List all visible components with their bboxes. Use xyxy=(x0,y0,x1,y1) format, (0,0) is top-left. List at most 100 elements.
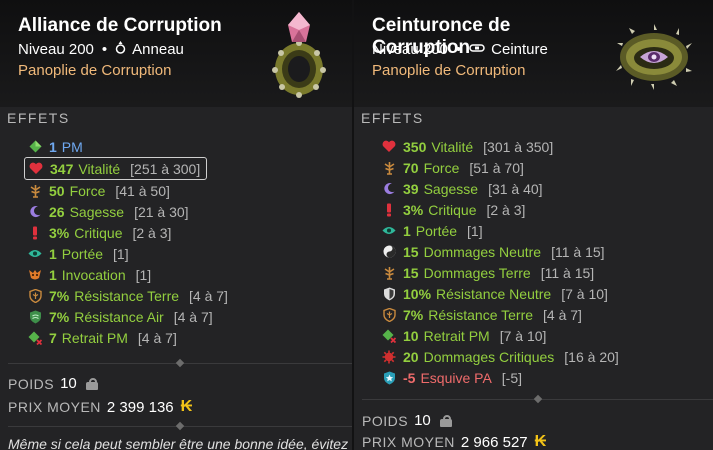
effect-range: [251 à 300] xyxy=(130,160,201,177)
eye-icon xyxy=(382,224,396,238)
effect-row[interactable]: 7% Résistance Terre [4 à 7] xyxy=(28,285,228,306)
effect-row[interactable]: 26 Sagesse [21 à 30] xyxy=(28,201,228,222)
ring-item-image xyxy=(268,8,330,105)
weight-row: POIDS 10 xyxy=(8,375,99,392)
item-description: Même si cela peut sembler être une bonne… xyxy=(8,436,349,450)
effect-label: Dommages Critiques xyxy=(423,348,555,365)
effect-row[interactable]: 3% Critique [2 à 3] xyxy=(28,222,228,243)
force-icon xyxy=(382,266,396,280)
weight-icon xyxy=(85,377,99,390)
price-value: 2 966 527 xyxy=(460,433,528,450)
effect-range: [301 à 350] xyxy=(483,138,554,155)
effect-row[interactable]: 70 Force [51 à 70] xyxy=(382,157,619,178)
effect-value: -5 xyxy=(403,369,416,386)
critical-icon xyxy=(382,203,396,217)
weight-label: POIDS xyxy=(362,412,409,429)
item-header: Alliance de Corruption Niveau 200 • Annea… xyxy=(0,0,352,107)
effect-label: Force xyxy=(69,182,106,199)
effect-value: 347 xyxy=(50,160,74,177)
critical-icon xyxy=(28,226,42,240)
effect-label: Vitalité xyxy=(78,160,121,177)
effect-label: Résistance Neutre xyxy=(436,285,552,302)
effect-range: [7 à 10] xyxy=(561,285,608,302)
effect-row[interactable]: 50 Force [41 à 50] xyxy=(28,180,228,201)
kama-icon: ₭ xyxy=(180,398,193,415)
effect-label: Résistance Terre xyxy=(428,306,534,323)
force-icon xyxy=(28,184,42,198)
effect-label: Sagesse xyxy=(69,203,125,220)
effect-row[interactable]: 1 PM xyxy=(28,136,228,157)
pm-removal-icon xyxy=(382,329,396,343)
effect-row[interactable]: -5 Esquive PA [-5] xyxy=(382,367,619,388)
effect-row[interactable]: 7% Résistance Air [4 à 7] xyxy=(28,306,228,327)
item-type: Anneau xyxy=(132,41,184,58)
effect-row[interactable]: 7% Résistance Terre [4 à 7] xyxy=(382,304,619,325)
effect-range: [4 à 7] xyxy=(173,308,213,325)
shield-air-icon xyxy=(28,310,42,324)
critical-damage-icon xyxy=(382,350,396,364)
effect-label: Retrait PM xyxy=(61,329,128,346)
effect-row[interactable]: 10% Résistance Neutre [7 à 10] xyxy=(382,283,619,304)
effect-label: Sagesse xyxy=(423,180,479,197)
effect-row[interactable]: 1 Invocation [1] xyxy=(28,264,228,285)
item-tooltip-alliance: Alliance de Corruption Niveau 200 • Annea… xyxy=(0,0,352,450)
effect-value: 15 xyxy=(403,264,419,281)
effect-value: 20 xyxy=(403,348,419,365)
effect-row[interactable]: 15 Dommages Neutre [11 à 15] xyxy=(382,241,619,262)
effect-range: [2 à 3] xyxy=(486,201,526,218)
invocation-icon xyxy=(28,268,42,282)
separator xyxy=(362,394,713,404)
effect-label: Dommages Terre xyxy=(423,264,531,281)
weight-icon xyxy=(439,414,453,427)
effect-range: [7 à 10] xyxy=(499,327,547,344)
weight-row: POIDS 10 xyxy=(362,412,453,429)
effect-value: 26 xyxy=(49,203,65,220)
separator-dot: • xyxy=(455,41,462,58)
effect-label: Portée xyxy=(61,245,104,262)
effect-row[interactable]: 350 Vitalité [301 à 350] xyxy=(382,136,619,157)
force-icon xyxy=(382,161,396,175)
effect-value: 1 xyxy=(49,266,57,283)
effect-value: 7% xyxy=(49,308,70,325)
shield-neutral-icon xyxy=(382,287,396,301)
effects-list: 350 Vitalité [301 à 350] 70 Force [51 à 70] 39… xyxy=(382,136,619,388)
effect-range: [1] xyxy=(113,245,129,262)
effect-row[interactable]: 10 Retrait PM [7 à 10] xyxy=(382,325,619,346)
effect-row[interactable]: 39 Sagesse [31 à 40] xyxy=(382,178,619,199)
item-level-type: Niveau 200 • Ceinture xyxy=(372,40,548,60)
heart-icon xyxy=(382,140,396,154)
effects-heading: EFFETS xyxy=(7,110,70,126)
effect-range: [4 à 7] xyxy=(543,306,582,323)
effect-row[interactable]: 3% Critique [2 à 3] xyxy=(382,199,619,220)
effect-label: Invocation xyxy=(61,266,126,283)
effect-value: 15 xyxy=(403,243,419,260)
effect-value: 7% xyxy=(403,306,424,323)
effect-row[interactable]: 15 Dommages Terre [11 à 15] xyxy=(382,262,619,283)
effect-row[interactable]: 347 Vitalité [251 à 300] xyxy=(24,157,208,180)
effect-label: PM xyxy=(61,138,83,155)
separator xyxy=(8,358,352,368)
effect-label: Esquive PA xyxy=(420,369,492,386)
pm-removal-icon xyxy=(28,331,42,345)
item-set-link[interactable]: Panoplie de Corruption xyxy=(18,61,171,81)
effect-label: Retrait PM xyxy=(423,327,490,344)
price-row: PRIX MOYEN 2 966 527 ₭ xyxy=(362,433,546,450)
effect-row[interactable]: 1 Portée [1] xyxy=(382,220,619,241)
effect-row[interactable]: 7 Retrait PM [4 à 7] xyxy=(28,327,228,348)
effect-range: [11 à 15] xyxy=(551,243,605,260)
effect-value: 10% xyxy=(403,285,432,302)
effect-range: [16 à 20] xyxy=(564,348,619,365)
effects-heading: EFFETS xyxy=(361,110,424,126)
effect-value: 1 xyxy=(49,138,57,155)
price-value: 2 399 136 xyxy=(106,398,174,416)
ring-icon xyxy=(115,40,126,60)
weight-value: 10 xyxy=(414,412,431,429)
price-row: PRIX MOYEN 2 399 136 ₭ xyxy=(8,398,192,416)
effects-list: 1 PM 347 Vitalité [251 à 300] 50 Force [41 à 50… xyxy=(24,136,228,348)
item-tooltip-ceinturonce: Ceinturonce de Corruption Niveau 200 • Ce… xyxy=(354,0,713,450)
effect-row[interactable]: 20 Dommages Critiques [16 à 20] xyxy=(382,346,619,367)
effect-row[interactable]: 1 Portée [1] xyxy=(28,243,228,264)
effect-range: [11 à 15] xyxy=(540,264,595,281)
item-set-link[interactable]: Panoplie de Corruption xyxy=(372,61,525,81)
effect-range: [2 à 3] xyxy=(132,224,172,241)
